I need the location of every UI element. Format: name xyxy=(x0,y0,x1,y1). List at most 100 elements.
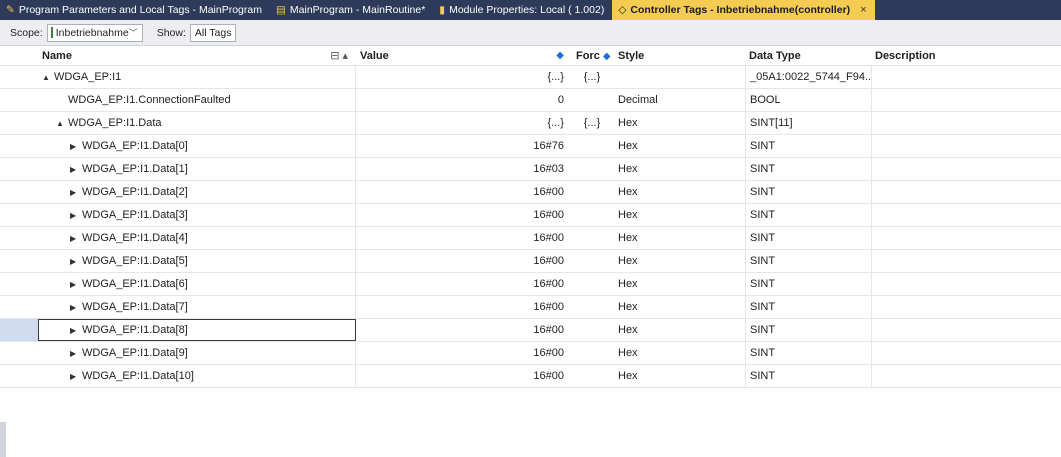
tag-name-cell[interactable]: ▶ WDGA_EP:I1.Data[1] xyxy=(38,158,356,180)
column-header-name[interactable]: Name ⊟ ▴ xyxy=(38,46,356,66)
description-cell[interactable] xyxy=(871,273,1061,295)
tag-value-cell[interactable]: 16#00 xyxy=(356,250,572,272)
table-row[interactable]: ▶ WDGA_EP:I1.Data[10] 16#00 Hex SINT xyxy=(0,365,1061,388)
data-type-cell[interactable]: SINT xyxy=(745,181,871,203)
force-mask-cell[interactable]: {...} xyxy=(572,112,612,134)
description-cell[interactable] xyxy=(871,158,1061,180)
data-type-cell[interactable]: BOOL xyxy=(745,89,871,111)
data-type-cell[interactable]: SINT xyxy=(745,365,871,387)
table-row[interactable]: ▲ WDGA_EP:I1 {...} {...} _05A1:0022_5744_F94… xyxy=(0,66,1061,89)
data-type-cell[interactable]: SINT xyxy=(745,135,871,157)
tag-value-cell[interactable]: 16#00 xyxy=(356,296,572,318)
data-type-cell[interactable]: SINT xyxy=(745,296,871,318)
tag-name-cell[interactable]: WDGA_EP:I1.ConnectionFaulted xyxy=(38,89,356,111)
table-row[interactable]: WDGA_EP:I1.ConnectionFaulted 0 Decimal BOOL xyxy=(0,89,1061,112)
row-selector[interactable] xyxy=(0,365,38,387)
style-cell[interactable]: Hex xyxy=(614,250,742,272)
data-type-cell[interactable]: SINT xyxy=(745,273,871,295)
data-type-cell[interactable]: SINT xyxy=(745,204,871,226)
description-cell[interactable] xyxy=(871,181,1061,203)
description-cell[interactable] xyxy=(871,296,1061,318)
expand-icon[interactable]: ▶ xyxy=(70,228,82,249)
column-header-data-type[interactable]: Data Type xyxy=(745,46,871,66)
collapse-icon[interactable]: ▲ xyxy=(56,113,68,134)
tag-name-cell[interactable]: ▶ WDGA_EP:I1.Data[7] xyxy=(38,296,356,318)
chevron-down-icon[interactable]: ﹀ xyxy=(129,26,138,39)
tag-value-cell[interactable]: 16#76 xyxy=(356,135,572,157)
table-row[interactable]: ▶ WDGA_EP:I1.Data[5] 16#00 Hex SINT xyxy=(0,250,1061,273)
style-cell[interactable]: Hex xyxy=(614,273,742,295)
tag-value-cell[interactable]: 16#00 xyxy=(356,319,572,341)
row-selector[interactable] xyxy=(0,319,38,341)
show-filter[interactable]: All Tags xyxy=(189,23,237,42)
style-cell[interactable]: Hex xyxy=(614,365,742,387)
force-mask-cell[interactable] xyxy=(572,227,612,249)
style-cell[interactable]: Hex xyxy=(614,319,742,341)
table-row[interactable]: ▶ WDGA_EP:I1.Data[2] 16#00 Hex SINT xyxy=(0,181,1061,204)
force-mask-cell[interactable] xyxy=(572,296,612,318)
expand-icon[interactable]: ▶ xyxy=(70,366,82,387)
tag-value-cell[interactable]: 16#00 xyxy=(356,273,572,295)
expand-icon[interactable]: ▶ xyxy=(70,343,82,364)
style-cell[interactable]: Hex xyxy=(614,342,742,364)
force-mask-cell[interactable] xyxy=(572,135,612,157)
data-type-cell[interactable]: SINT xyxy=(745,250,871,272)
tag-name-cell[interactable]: ▶ WDGA_EP:I1.Data[9] xyxy=(38,342,356,364)
close-icon[interactable]: × xyxy=(860,4,866,16)
expand-icon[interactable]: ▶ xyxy=(70,182,82,203)
tag-name-cell[interactable]: ▶ WDGA_EP:I1.Data[5] xyxy=(38,250,356,272)
tag-value-cell[interactable]: 16#03 xyxy=(356,158,572,180)
data-type-cell[interactable]: SINT[11] xyxy=(745,112,871,134)
scope-dropdown[interactable]: Inbetriebnahme ﹀ xyxy=(46,23,143,42)
tag-value-cell[interactable]: 16#00 xyxy=(356,365,572,387)
tag-name-cell[interactable]: ▶ WDGA_EP:I1.Data[6] xyxy=(38,273,356,295)
force-mask-cell[interactable] xyxy=(572,319,612,341)
table-row[interactable]: ▲ WDGA_EP:I1.Data {...} {...} Hex SINT[11] xyxy=(0,112,1061,135)
column-header-value[interactable]: Value ◆ xyxy=(356,46,572,66)
style-cell[interactable]: Hex xyxy=(614,181,742,203)
force-mask-cell[interactable]: {...} xyxy=(572,66,612,88)
row-selector[interactable] xyxy=(0,296,38,318)
style-cell[interactable]: Hex xyxy=(614,227,742,249)
column-header-forc[interactable]: Forc ◆ xyxy=(572,46,614,66)
data-type-cell[interactable]: _05A1:0022_5744_F94... xyxy=(745,66,871,88)
row-selector[interactable] xyxy=(0,181,38,203)
tag-name-cell[interactable]: ▶ WDGA_EP:I1.Data[10] xyxy=(38,365,356,387)
description-cell[interactable] xyxy=(871,342,1061,364)
tab-3[interactable]: ◇ Controller Tags - Inbetriebnahme(contro… xyxy=(612,0,875,20)
collapse-icon[interactable]: ▲ xyxy=(42,67,54,88)
tab-1[interactable]: ▤ MainProgram - MainRoutine* xyxy=(270,0,433,20)
force-mask-cell[interactable] xyxy=(572,365,612,387)
force-mask-cell[interactable] xyxy=(572,273,612,295)
table-row[interactable]: ▶ WDGA_EP:I1.Data[7] 16#00 Hex SINT xyxy=(0,296,1061,319)
row-selector[interactable] xyxy=(0,273,38,295)
description-cell[interactable] xyxy=(871,365,1061,387)
row-selector[interactable] xyxy=(0,227,38,249)
expand-icon[interactable]: ▶ xyxy=(70,274,82,295)
expand-icon[interactable]: ▶ xyxy=(70,136,82,157)
tag-value-cell[interactable]: {...} xyxy=(356,66,572,88)
style-cell[interactable]: Decimal xyxy=(614,89,742,111)
style-cell[interactable]: Hex xyxy=(614,296,742,318)
data-type-cell[interactable]: SINT xyxy=(745,319,871,341)
tag-name-cell[interactable]: ▶ WDGA_EP:I1.Data[4] xyxy=(38,227,356,249)
tag-value-cell[interactable]: 16#00 xyxy=(356,342,572,364)
description-cell[interactable] xyxy=(871,66,1061,88)
column-header-description[interactable]: Description xyxy=(871,46,1061,66)
description-cell[interactable] xyxy=(871,89,1061,111)
tag-name-cell[interactable]: ▲ WDGA_EP:I1.Data xyxy=(38,112,356,134)
tag-name-cell[interactable]: ▶ WDGA_EP:I1.Data[8] xyxy=(38,319,356,341)
description-cell[interactable] xyxy=(871,227,1061,249)
row-selector[interactable] xyxy=(0,89,38,111)
column-header-style[interactable]: Style xyxy=(614,46,742,66)
force-mask-cell[interactable] xyxy=(572,250,612,272)
tag-value-cell[interactable]: 16#00 xyxy=(356,204,572,226)
tag-value-cell[interactable]: {...} xyxy=(356,112,572,134)
style-cell[interactable]: Hex xyxy=(614,204,742,226)
table-row[interactable]: ▶ WDGA_EP:I1.Data[4] 16#00 Hex SINT xyxy=(0,227,1061,250)
style-cell[interactable]: Hex xyxy=(614,112,742,134)
tab-0[interactable]: ✎ Program Parameters and Local Tags - Mai… xyxy=(0,0,270,20)
tag-name-cell[interactable]: ▶ WDGA_EP:I1.Data[3] xyxy=(38,204,356,226)
description-cell[interactable] xyxy=(871,250,1061,272)
style-cell[interactable]: Hex xyxy=(614,158,742,180)
